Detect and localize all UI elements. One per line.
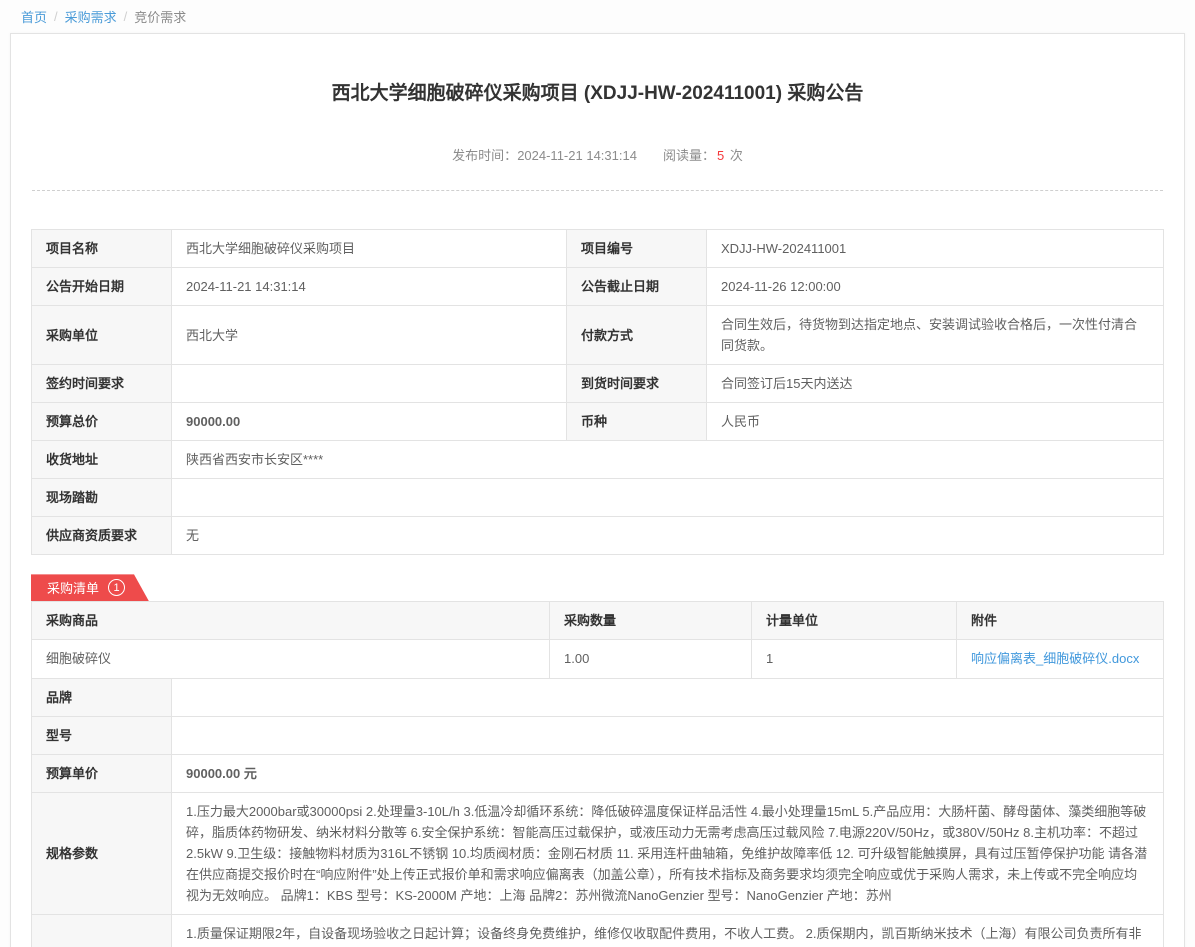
site-visit-label: 现场踏勘: [32, 479, 172, 517]
item-quantity-value: 1.00: [550, 640, 752, 678]
currency-value: 人民币: [707, 403, 1164, 441]
announce-start-label: 公告开始日期: [32, 268, 172, 306]
project-code-label: 项目编号: [567, 230, 707, 268]
supplier-qualification-label: 供应商资质要求: [32, 517, 172, 555]
announcement-body: 项目名称 西北大学细胞破碎仪采购项目 项目编号 XDJJ-HW-20241100…: [11, 191, 1184, 947]
brand-label: 品牌: [32, 678, 172, 716]
project-name-label: 项目名称: [32, 230, 172, 268]
unit-price-value: 90000.00 元: [172, 754, 1164, 792]
table-row: 细胞破碎仪 1.00 1 响应偏离表_细胞破碎仪.docx: [32, 640, 1164, 678]
unit-price-label: 预算单价: [32, 754, 172, 792]
announcement-header: 西北大学细胞破碎仪采购项目 (XDJJ-HW-202411001) 采购公告 发…: [11, 34, 1184, 164]
publish-time-value: 2024-11-21 14:31:14: [517, 148, 637, 163]
announce-end-label: 公告截止日期: [567, 268, 707, 306]
table-row: 售后服务 1.质量保证期限2年，自设备现场验收之日起计算；设备终身免费维护，维修…: [32, 914, 1164, 947]
announcement-meta: 发布时间：2024-11-21 14:31:14 阅读量：5 次: [11, 145, 1184, 164]
announce-start-value: 2024-11-21 14:31:14: [172, 268, 567, 306]
col-header-quantity: 采购数量: [550, 602, 752, 640]
project-name-value: 西北大学细胞破碎仪采购项目: [172, 230, 567, 268]
project-info-table: 项目名称 西北大学细胞破碎仪采购项目 项目编号 XDJJ-HW-20241100…: [31, 229, 1164, 555]
site-visit-value: [172, 479, 1164, 517]
currency-label: 币种: [567, 403, 707, 441]
budget-total-label: 预算总价: [32, 403, 172, 441]
announcement-card: 西北大学细胞破碎仪采购项目 (XDJJ-HW-202411001) 采购公告 发…: [10, 33, 1185, 947]
supplier-qualification-value: 无: [172, 517, 1164, 555]
breadcrumb-separator: /: [124, 9, 128, 24]
col-header-product: 采购商品: [32, 602, 550, 640]
specs-value: 1.压力最大2000bar或30000psi 2.处理量3-10L/h 3.低温…: [172, 792, 1164, 914]
col-header-attachment: 附件: [957, 602, 1164, 640]
table-row: 供应商资质要求 无: [32, 517, 1164, 555]
table-header-row: 采购商品 采购数量 计量单位 附件: [32, 602, 1164, 640]
table-row: 品牌: [32, 678, 1164, 716]
table-row: 收货地址 陕西省西安市长安区****: [32, 441, 1164, 479]
delivery-address-value: 陕西省西安市长安区****: [172, 441, 1164, 479]
delivery-time-value: 合同签订后15天内送达: [707, 365, 1164, 403]
sign-time-label: 签约时间要求: [32, 365, 172, 403]
table-row: 型号: [32, 716, 1164, 754]
purchaser-label: 采购单位: [32, 306, 172, 365]
delivery-time-label: 到货时间要求: [567, 365, 707, 403]
views-count: 5: [715, 148, 726, 163]
project-code-value: XDJJ-HW-202411001: [707, 230, 1164, 268]
purchaser-value: 西北大学: [172, 306, 567, 365]
announce-end-value: 2024-11-26 12:00:00: [707, 268, 1164, 306]
purchase-list-table: 采购商品 采购数量 计量单位 附件 细胞破碎仪 1.00 1 响应偏离表_细胞破…: [31, 601, 1164, 947]
table-row: 采购单位 西北大学 付款方式 合同生效后，待货物到达指定地点、安装调试验收合格后…: [32, 306, 1164, 365]
table-row: 预算总价 90000.00 币种 人民币: [32, 403, 1164, 441]
payment-method-label: 付款方式: [567, 306, 707, 365]
budget-total-value: 90000.00: [172, 403, 567, 441]
views-unit: 次: [730, 148, 743, 163]
item-unit-value: 1: [752, 640, 957, 678]
table-row: 签约时间要求 到货时间要求 合同签订后15天内送达: [32, 365, 1164, 403]
col-header-unit: 计量单位: [752, 602, 957, 640]
payment-method-value: 合同生效后，待货物到达指定地点、安装调试验收合格后，一次性付清合同货款。: [707, 306, 1164, 365]
breadcrumb-current-page: 竞价需求: [134, 7, 186, 26]
model-value: [172, 716, 1164, 754]
purchase-list-count-badge: 1: [108, 579, 125, 596]
page-title: 西北大学细胞破碎仪采购项目 (XDJJ-HW-202411001) 采购公告: [11, 78, 1184, 105]
table-row: 项目名称 西北大学细胞破碎仪采购项目 项目编号 XDJJ-HW-20241100…: [32, 230, 1164, 268]
breadcrumb-home-link[interactable]: 首页: [21, 7, 47, 26]
attachment-link[interactable]: 响应偏离表_细胞破碎仪.docx: [971, 651, 1139, 666]
specs-label: 规格参数: [32, 792, 172, 914]
breadcrumb-purchase-demand-link[interactable]: 采购需求: [65, 7, 117, 26]
after-sales-value: 1.质量保证期限2年，自设备现场验收之日起计算；设备终身免费维护，维修仅收取配件…: [172, 914, 1164, 947]
sign-time-value: [172, 365, 567, 403]
model-label: 型号: [32, 716, 172, 754]
after-sales-label: 售后服务: [32, 914, 172, 947]
item-product-value: 细胞破碎仪: [32, 640, 550, 678]
brand-value: [172, 678, 1164, 716]
views-label: 阅读量：: [663, 148, 715, 163]
breadcrumb-separator: /: [54, 9, 58, 24]
purchase-list-ribbon: 采购清单 1: [31, 574, 149, 601]
table-row: 规格参数 1.压力最大2000bar或30000psi 2.处理量3-10L/h…: [32, 792, 1164, 914]
table-row: 现场踏勘: [32, 479, 1164, 517]
table-row: 公告开始日期 2024-11-21 14:31:14 公告截止日期 2024-1…: [32, 268, 1164, 306]
purchase-list-ribbon-label: 采购清单: [47, 578, 99, 597]
breadcrumb: 首页 / 采购需求 / 竞价需求: [0, 0, 1195, 33]
publish-time-label: 发布时间：: [452, 148, 517, 163]
delivery-address-label: 收货地址: [32, 441, 172, 479]
table-row: 预算单价 90000.00 元: [32, 754, 1164, 792]
